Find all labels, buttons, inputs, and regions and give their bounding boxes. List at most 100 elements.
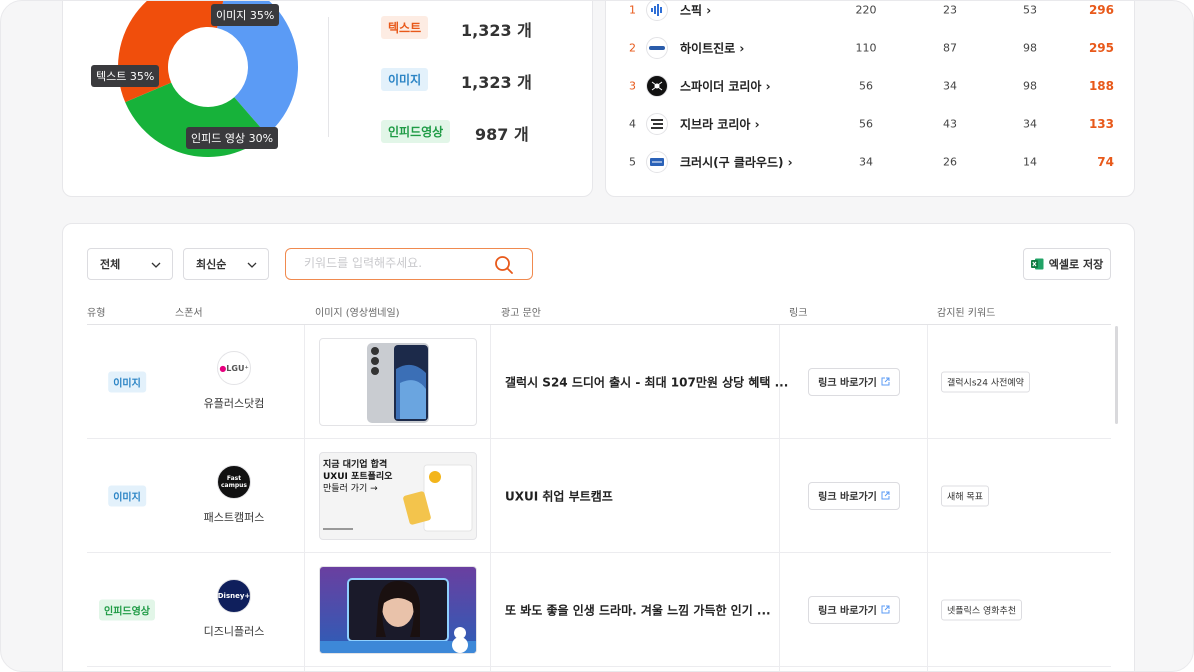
- sponsor-name: 디즈니플러스: [203, 625, 265, 638]
- ad-thumbnail-fastcampus[interactable]: 지금 대기업 합격 UXUI 포트폴리오 만들러 가기 →: [319, 452, 477, 540]
- rank-count-text: 56: [859, 79, 873, 93]
- col-header-sponsor: 스폰서: [175, 308, 203, 319]
- keyword-chip: 갤럭시s24 사전예약: [941, 371, 1030, 392]
- export-excel-label: 엑셀로 저장: [1048, 258, 1104, 271]
- legend-label-infeed: 인피드영상: [381, 119, 451, 143]
- rank-total: 296: [1088, 3, 1114, 17]
- disneyplus-logo-icon: Disney+: [217, 579, 251, 613]
- sponsor-name-link[interactable]: 크러시(구 클라우드) ›: [680, 154, 793, 171]
- ranking-row[interactable]: 2 하이트진로 › 110 87 98 295: [606, 33, 1136, 63]
- export-excel-button[interactable]: 엑셀로 저장: [1023, 248, 1111, 280]
- rank-count-image: 34: [943, 79, 957, 93]
- ad-link-button[interactable]: 링크 바로가기: [808, 481, 900, 510]
- keyword-chip: 새해 목표: [941, 485, 989, 506]
- rank-count-infeed: 53: [1023, 3, 1037, 17]
- sponsor-name-link[interactable]: 하이트진로 ›: [680, 40, 744, 57]
- tooltip-infeed: 인피드 영상 30%: [186, 127, 279, 149]
- col-header-thumbnail: 이미지 (영상썸네일): [315, 308, 400, 319]
- table-scrollbar[interactable]: [1115, 326, 1118, 424]
- chevron-right-icon: ›: [754, 117, 760, 132]
- drama-still-image: [320, 567, 476, 653]
- type-filter-value: 전체: [100, 258, 121, 271]
- ranking-row[interactable]: 3 스파이더 코리아 › 56 34 98 188: [606, 71, 1136, 101]
- search-icon[interactable]: [494, 255, 514, 275]
- rank-total: 188: [1088, 79, 1114, 93]
- ad-link-button[interactable]: 링크 바로가기: [808, 595, 900, 624]
- legend-label-image: 이미지: [381, 67, 429, 91]
- legend-label-text: 텍스트: [381, 15, 429, 39]
- type-filter-select[interactable]: 전체: [87, 248, 173, 280]
- rank-count-infeed: 14: [1023, 155, 1037, 169]
- keyword-chip: 넷플릭스 영화추천: [941, 599, 1023, 620]
- ad-link-label: 링크 바로가기: [818, 492, 877, 503]
- ad-type-chart-card: 이미지 35% 텍스트 35% 인피드 영상 30% 텍스트 1,323 개 이…: [62, 1, 593, 197]
- sponsor-name: 패스트캠퍼스: [203, 511, 265, 524]
- chevron-right-icon: ›: [706, 3, 712, 18]
- rank-count-image: 87: [943, 41, 957, 55]
- legend-infeed: 인피드영상: [381, 119, 451, 143]
- external-link-icon: [881, 491, 890, 500]
- legend-count-image: 1,323 개: [461, 73, 532, 92]
- ad-link-button[interactable]: 링크 바로가기: [808, 367, 900, 396]
- zebra-logo-icon: [646, 113, 668, 135]
- ad-link-label: 링크 바로가기: [818, 378, 877, 389]
- rank-count-image: 23: [943, 3, 957, 17]
- legend-count-text: 1,323 개: [461, 21, 532, 40]
- type-badge-infeed: 인피드영상: [99, 599, 155, 620]
- ad-copy-text: UXUI 취업 부트캠프: [505, 489, 613, 503]
- table-row: 이미지 Fast campus 패스트캠퍼스 지금 대기업 합격 UXUI 포트…: [87, 439, 1111, 553]
- sponsor-name-link[interactable]: 지브라 코리아 ›: [680, 116, 760, 133]
- sponsor-ranking-card: 1 스픽 › 220 23 53 296 2 하이트진로 › 110 87 98…: [605, 1, 1136, 197]
- legend-image: 이미지: [381, 67, 429, 91]
- ranking-row[interactable]: 5 크러시(구 클라우드) › 34 26 14 74: [606, 147, 1136, 177]
- fastcampus-logo-icon: Fast campus: [217, 465, 251, 499]
- speak-logo-icon: [646, 1, 668, 21]
- keyword-search: [285, 248, 533, 280]
- ad-thumbnail-phone[interactable]: [319, 338, 477, 426]
- ad-link-label: 링크 바로가기: [818, 606, 877, 617]
- chevron-right-icon: ›: [765, 79, 771, 94]
- sponsor-name-link[interactable]: 스픽 ›: [680, 2, 711, 19]
- chevron-down-icon: [151, 262, 161, 268]
- sort-value: 최신순: [196, 258, 227, 271]
- legend-text: 텍스트: [381, 15, 429, 39]
- ad-copy-text: 갤럭시 S24 드디어 출시 - 최대 107만원 상당 혜택 ...: [505, 375, 789, 389]
- rank-total: 295: [1088, 41, 1114, 55]
- rank-count-infeed: 34: [1023, 117, 1037, 131]
- table-row: 이미지 ● LGU⁺ 유플러스닷컴 갤럭시 S24 드디어 출시 - 최대 107…: [87, 325, 1111, 439]
- spyder-logo-icon: [646, 75, 668, 97]
- ranking-row[interactable]: 1 스픽 › 220 23 53 296: [606, 1, 1136, 25]
- divider: [328, 17, 329, 137]
- external-link-icon: [881, 605, 890, 614]
- sort-select[interactable]: 최신순: [183, 248, 269, 280]
- chevron-right-icon: ›: [739, 41, 745, 56]
- chevron-down-icon: [247, 262, 257, 268]
- chevron-right-icon: ›: [787, 155, 793, 170]
- rank-count-text: 56: [859, 117, 873, 131]
- sponsor-name: 유플러스닷컴: [203, 397, 265, 410]
- rank-count-infeed: 98: [1023, 41, 1037, 55]
- rank-total: 133: [1088, 117, 1114, 131]
- rank-number: 4: [629, 117, 636, 131]
- col-header-keyword: 감지된 키워드: [937, 308, 996, 319]
- ranking-row[interactable]: 4 지브라 코리아 › 56 43 34 133: [606, 109, 1136, 139]
- type-badge-image: 이미지: [108, 485, 146, 506]
- app-frame: 이미지 35% 텍스트 35% 인피드 영상 30% 텍스트 1,323 개 이…: [0, 0, 1194, 672]
- legend-count-infeed: 987 개: [475, 125, 529, 144]
- ad-thumbnail-drama[interactable]: [319, 566, 477, 654]
- lguplus-logo-icon: ● LGU⁺: [217, 351, 251, 385]
- col-header-ad-copy: 광고 문안: [501, 308, 541, 319]
- ad-copy-text: 또 봐도 좋을 인생 드라마. 겨울 느낌 가득한 인기 ...: [505, 603, 771, 617]
- kloud-logo-icon: [646, 151, 668, 173]
- rank-count-infeed: 98: [1023, 79, 1037, 93]
- sponsor-name-link[interactable]: 스파이더 코리아 ›: [680, 78, 771, 95]
- excel-icon: [1030, 258, 1044, 270]
- thumb-illustration: [323, 464, 473, 532]
- smartphone-image: [367, 343, 429, 423]
- tooltip-text: 텍스트 35%: [91, 65, 160, 87]
- rank-count-image: 43: [943, 117, 957, 131]
- keyword-search-input[interactable]: [304, 256, 494, 270]
- col-header-type: 유형: [87, 308, 106, 319]
- hitejinro-logo-icon: [646, 37, 668, 59]
- rank-number: 3: [629, 79, 636, 93]
